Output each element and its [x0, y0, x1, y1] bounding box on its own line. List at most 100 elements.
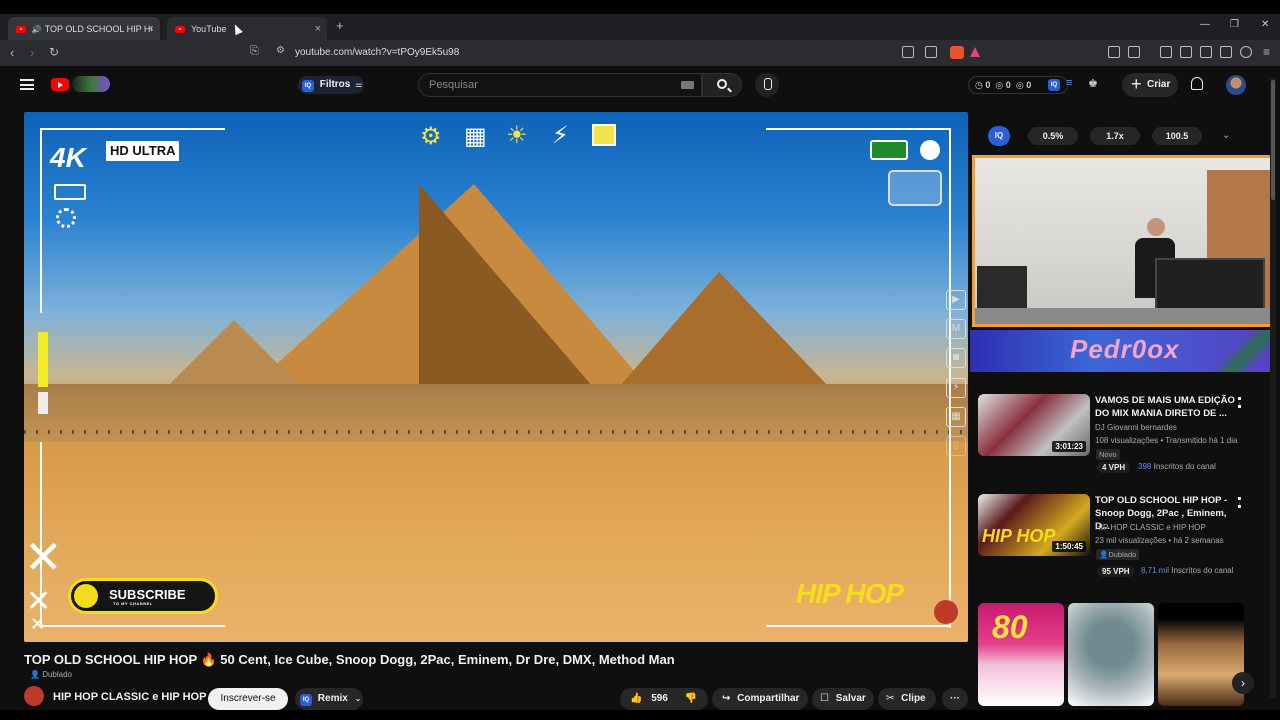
clip-button[interactable]: ✂ Clipe: [878, 688, 936, 710]
share-page-icon[interactable]: [925, 46, 937, 58]
rec-dubbed-badge: 👤Dublado: [1096, 549, 1140, 560]
vpn-icon[interactable]: [1240, 46, 1252, 58]
remix-button[interactable]: IQ Remix ⌄: [295, 688, 363, 710]
rec-thumb-text: HIP HOP: [982, 526, 1056, 546]
dubbed-text: Dublado: [42, 670, 73, 679]
cast-icon[interactable]: [902, 46, 914, 58]
close-tab-icon[interactable]: ×: [148, 23, 154, 35]
iq-extension-icon[interactable]: IQ: [1048, 79, 1060, 91]
video-player[interactable]: 4K HD ULTRA ⚙ ▦ ☀ ⚡ ▶ M ◙ ⚡ ▦ ▯ ✕ ✕ ✕ HI…: [24, 112, 968, 642]
forward-icon[interactable]: ›: [30, 45, 34, 60]
search-icon: [717, 79, 727, 89]
frame-line: [40, 625, 225, 627]
level-bar-white: [38, 392, 48, 414]
monitor-left: [977, 266, 1027, 312]
rec-more-icon[interactable]: [1238, 397, 1241, 408]
rec-thumbnail[interactable]: 3:01:23: [978, 394, 1090, 456]
hamburger-menu-icon[interactable]: [20, 79, 34, 90]
new-tab-button[interactable]: +: [336, 18, 344, 33]
mode-side-icon: M: [946, 319, 966, 339]
channel-name[interactable]: HIP HOP CLASSIC e HIP HOP: [53, 691, 206, 703]
ext-chip-score[interactable]: 100.5: [1152, 127, 1202, 145]
like-count[interactable]: 596: [651, 693, 668, 704]
short-thumbnail[interactable]: 80: [978, 603, 1064, 706]
panel-icon[interactable]: [1180, 46, 1192, 58]
video-title: TOP OLD SCHOOL HIP HOP 🔥 50 Cent, Ice Cu…: [24, 652, 675, 667]
shorts-next-button[interactable]: ›: [1232, 672, 1254, 694]
rec-subs-label: Inscritos do canal: [1171, 566, 1234, 575]
create-button[interactable]: Criar: [1122, 73, 1178, 97]
channel-avatar[interactable]: [24, 686, 44, 706]
ext-chip-percent[interactable]: 0.5%: [1028, 127, 1078, 145]
banner-text: Pedr0ox: [1070, 334, 1180, 364]
brave-shield-icon[interactable]: [950, 46, 964, 59]
doodle-logo-icon[interactable]: [72, 76, 110, 92]
dislike-icon[interactable]: 👎: [685, 693, 697, 704]
site-settings-icon[interactable]: ⚙: [276, 45, 285, 56]
restore-button[interactable]: ❐: [1230, 19, 1239, 30]
rec-thumbnail[interactable]: HIP HOP 1:50:45: [978, 494, 1090, 556]
back-icon[interactable]: ‹: [10, 45, 14, 60]
tab-hiphop[interactable]: 🔊 TOP OLD SCHOOL HIP HOP 🔥 ×: [8, 17, 160, 41]
clock-icon: ◷: [975, 80, 983, 90]
subscribe-overlay-button: SUBSCRIBE TO MY CHANNEL: [68, 578, 218, 614]
rec-duration: 3:01:23: [1052, 441, 1086, 452]
rec-channel[interactable]: DJ Giovanni bernardes: [1095, 423, 1177, 432]
tab-audio-icon[interactable]: 🔊: [32, 25, 42, 34]
like-icon[interactable]: 👍: [630, 693, 642, 704]
youtube-logo-icon[interactable]: [51, 78, 69, 91]
rec-more-icon[interactable]: [1238, 497, 1241, 508]
rec-title[interactable]: VAMOS DE MAIS UMA EDIÇÃO DO MIX MANIA DI…: [1095, 394, 1235, 420]
leo-ai-icon[interactable]: [1220, 46, 1232, 58]
4k-label: 4K: [50, 142, 86, 173]
keyboard-icon[interactable]: [681, 81, 694, 89]
short-thumbnail[interactable]: [1068, 603, 1154, 706]
sidebar-icon[interactable]: [1128, 46, 1140, 58]
channel-watermark: [934, 600, 958, 624]
wallet-icon[interactable]: [1200, 46, 1212, 58]
list-icon[interactable]: ≡: [1066, 77, 1072, 89]
close-tab-icon[interactable]: ×: [315, 23, 321, 35]
moon-icon: [920, 140, 940, 160]
more-actions-button[interactable]: ···: [942, 688, 968, 710]
minimize-button[interactable]: —: [1200, 19, 1210, 30]
extensions-icon[interactable]: [1108, 46, 1120, 58]
bookmark-icon[interactable]: ⎘: [250, 45, 259, 58]
palm-decoration: [1210, 330, 1270, 372]
rec-channel[interactable]: HIP HOP CLASSIC e HIP HOP: [1095, 523, 1206, 532]
trophy-icon[interactable]: ♚: [1088, 77, 1098, 90]
youtube-favicon-icon: [16, 25, 26, 33]
rec-subs-label: Inscritos do canal: [1153, 462, 1216, 471]
ruins: [24, 384, 968, 444]
url-field[interactable]: youtube.com/watch?v=tPOy9Ek5u98: [295, 47, 459, 58]
filters-button[interactable]: IQ Filtros ⚌: [298, 76, 364, 94]
brave-rewards-icon[interactable]: [970, 47, 980, 57]
user-avatar[interactable]: [1226, 75, 1246, 95]
tab-youtube[interactable]: YouTube ×: [167, 17, 327, 41]
menu-icon[interactable]: ≡: [1263, 45, 1270, 59]
filter-sliders-icon: ⚌: [355, 80, 363, 89]
short-thumbnail[interactable]: [1158, 603, 1244, 706]
ext-chip-multiplier[interactable]: 1.7x: [1090, 127, 1140, 145]
iq-logo-icon[interactable]: IQ: [988, 126, 1010, 146]
rec-subs-count: 8,71 mil: [1141, 566, 1170, 575]
close-window-button[interactable]: ✕: [1261, 19, 1269, 30]
subscribe-overlay-text: SUBSCRIBE: [109, 587, 186, 602]
iq-badge-icon: IQ: [300, 694, 312, 706]
subscribe-button[interactable]: Inscrever-se: [208, 688, 288, 710]
image-icon: [54, 184, 86, 200]
save-button[interactable]: ☐ Salvar: [812, 688, 874, 710]
search-input[interactable]: Pesquisar: [418, 73, 702, 97]
search-button[interactable]: [702, 73, 742, 97]
channel-banner: Pedr0ox: [970, 330, 1276, 372]
voice-search-button[interactable]: [755, 73, 779, 97]
share-button[interactable]: ↪ Compartilhar: [712, 688, 808, 710]
page-scrollbar[interactable]: [1270, 78, 1276, 698]
more-icon: ···: [950, 693, 960, 704]
chevron-down-icon[interactable]: ⌄: [1222, 130, 1230, 141]
media-icon[interactable]: [1160, 46, 1172, 58]
rec-vph: 4 VPH: [1097, 462, 1131, 473]
x-mark-icon: ✕: [24, 531, 63, 583]
notifications-bell-icon[interactable]: [1191, 77, 1203, 90]
reload-icon[interactable]: ↻: [49, 45, 59, 59]
